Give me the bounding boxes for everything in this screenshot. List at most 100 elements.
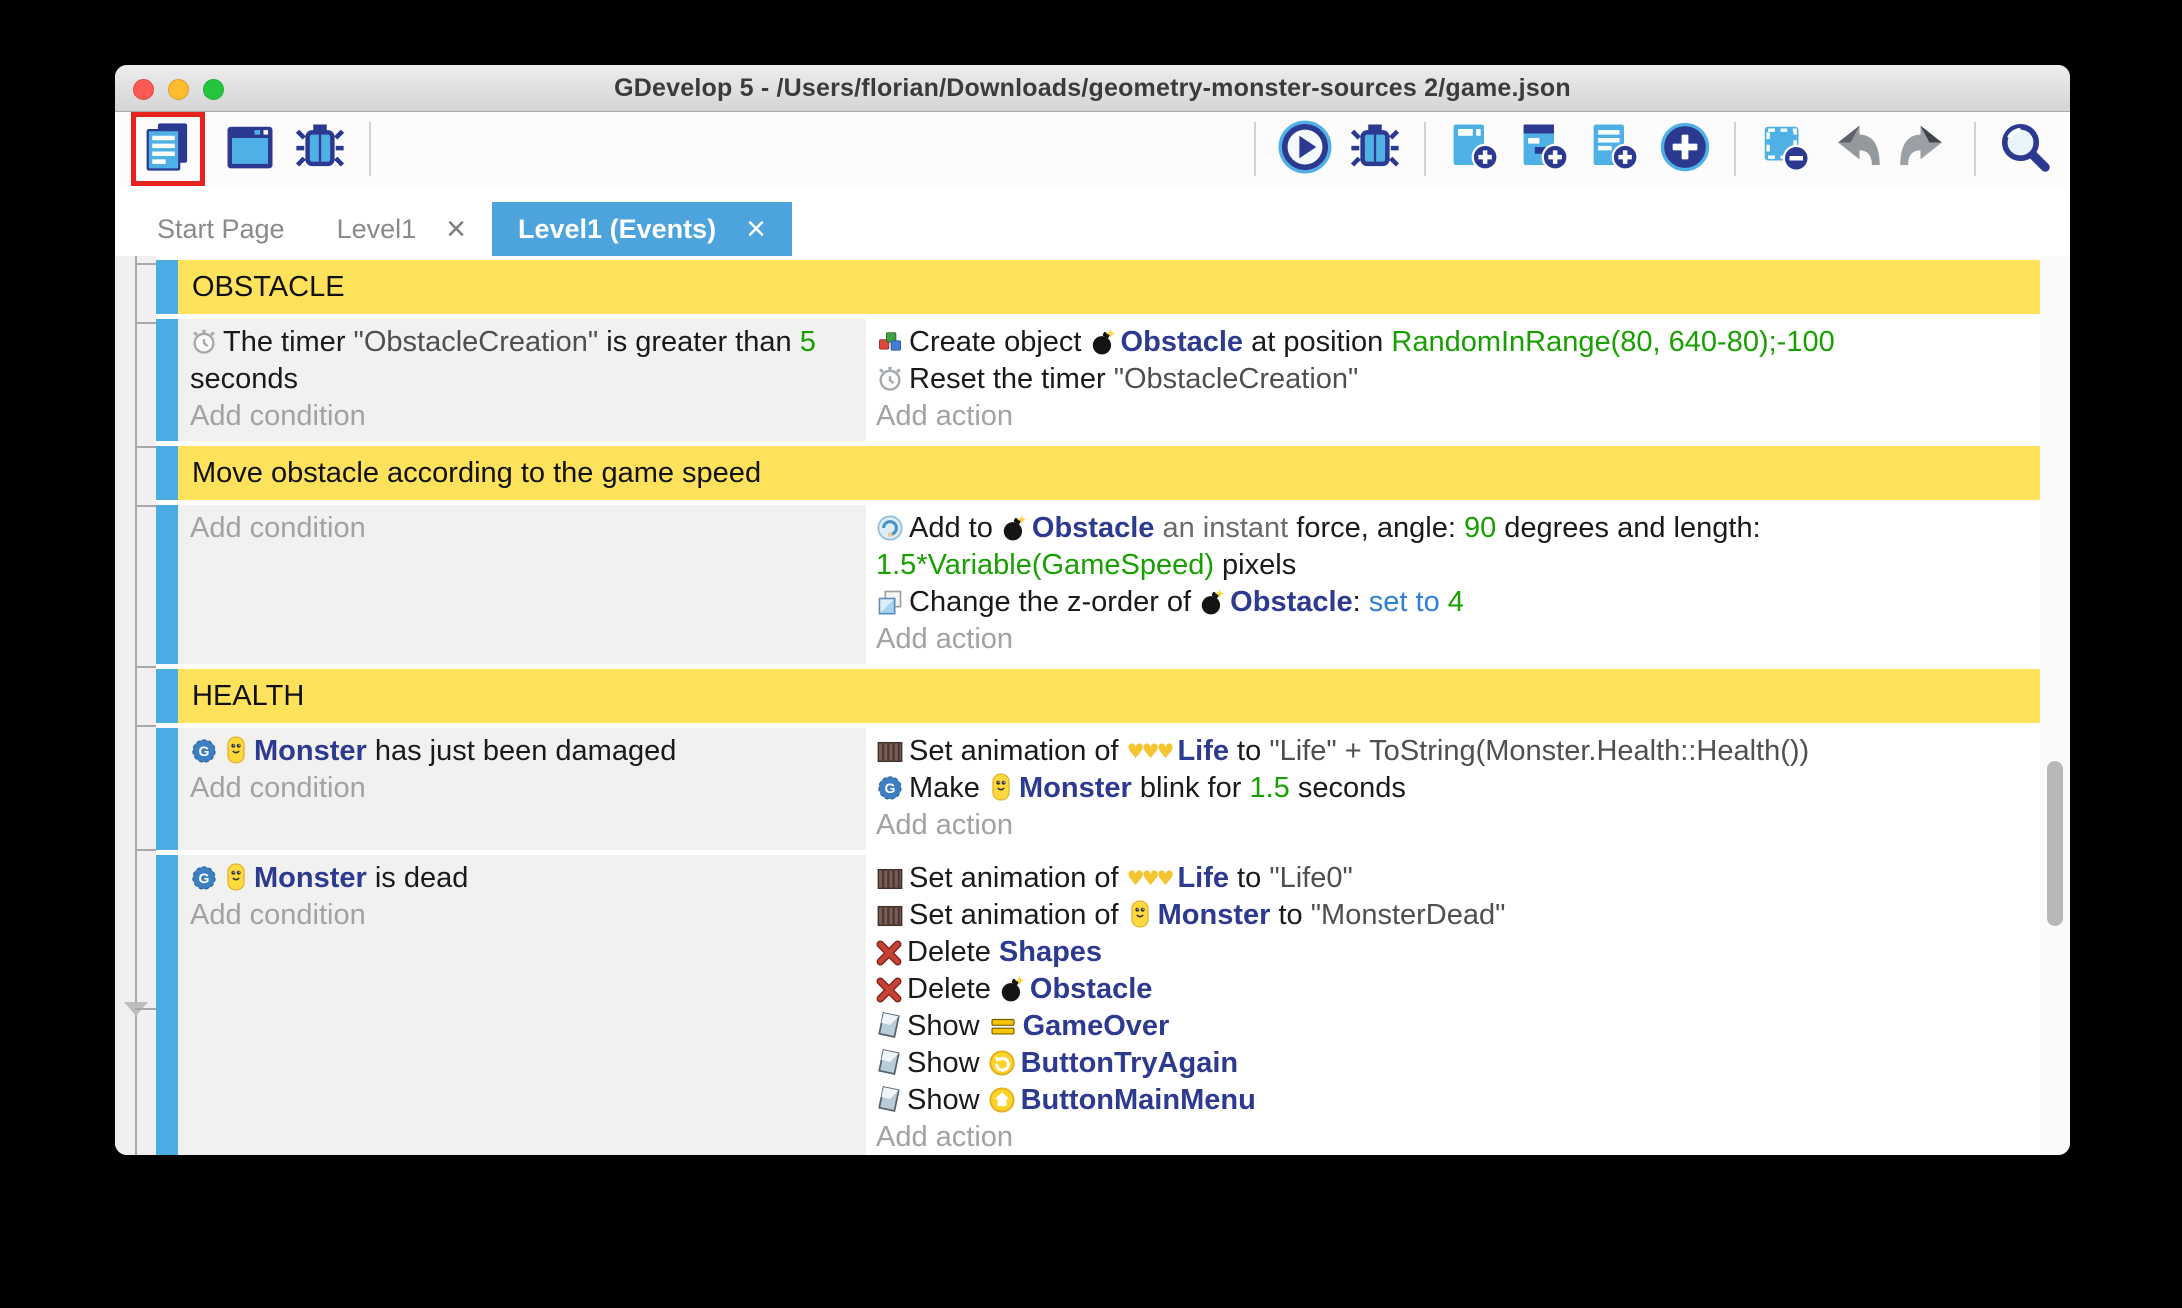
event-body: G Monster has just been damaged Add condit… (178, 728, 2040, 850)
scrollbar-thumb[interactable] (2047, 761, 2063, 926)
debug-icon-button[interactable] (291, 120, 349, 178)
events-sheet-icon-button-highlighted[interactable] (131, 112, 205, 186)
add-circle-icon (1658, 120, 1712, 179)
play-icon-button[interactable] (1276, 120, 1334, 178)
conditions-column[interactable]: Add condition (178, 505, 866, 664)
toolbar-divider (1974, 122, 1976, 176)
gameover-icon (988, 1014, 1018, 1040)
life-hearts-icon: ♥♥♥ (1126, 866, 1175, 890)
event-group[interactable]: OBSTACLE (156, 260, 2040, 314)
add-action-button[interactable]: Add action (876, 807, 2030, 844)
conditions-column[interactable]: The timer "ObstacleCreation" is greater … (178, 319, 866, 441)
toolbar-divider (1254, 122, 1256, 176)
conditions-column[interactable]: G Monster is dead Add condition (178, 855, 866, 1155)
traffic-lights (133, 79, 224, 100)
action-line[interactable]: G Make Monster blink for 1.5 seconds (876, 770, 2030, 807)
create-icon (876, 328, 904, 356)
event-group[interactable]: HEALTH (156, 669, 2040, 723)
add-condition-button[interactable]: Add condition (190, 897, 848, 934)
tree-tick (135, 725, 157, 727)
action-line[interactable]: Show GameOver (876, 1008, 2030, 1045)
conditions-column[interactable]: G Monster has just been damaged Add condit… (178, 728, 866, 850)
add-circle-icon-button[interactable] (1656, 120, 1714, 178)
undo-icon (1828, 120, 1882, 179)
action-line[interactable]: Delete Shapes (876, 934, 2030, 971)
toolbar-divider (1424, 122, 1426, 176)
action-line[interactable]: Delete Obstacle (876, 971, 2030, 1008)
gdevelop-window: GDevelop 5 - /Users/florian/Downloads/ge… (115, 65, 2070, 1155)
actions-column[interactable]: Set animation of ♥♥♥ Life to "Life0" Set a… (866, 855, 2040, 1155)
zorder-icon (876, 588, 904, 616)
tab-start-page[interactable]: Start Page (131, 202, 311, 256)
title-bar: GDevelop 5 - /Users/florian/Downloads/ge… (115, 65, 2070, 112)
bomb-icon (1090, 328, 1116, 356)
add-subevent-icon (1518, 120, 1572, 179)
event-selection-bar[interactable] (156, 855, 178, 1155)
search-icon-button[interactable] (1996, 120, 2054, 178)
add-comment-icon-button[interactable] (1586, 120, 1644, 178)
undo-icon-button[interactable] (1826, 120, 1884, 178)
action-line[interactable]: Create object Obstacle at position Rando… (876, 324, 2030, 361)
event-selection-bar[interactable] (156, 505, 178, 664)
actions-column[interactable]: Add to Obstacle an instant force, angle:… (866, 505, 2040, 664)
mainmenu-icon (988, 1086, 1016, 1114)
tree-tick (135, 1008, 157, 1010)
redo-icon-button[interactable] (1896, 120, 1954, 178)
add-event-icon-button[interactable] (1446, 120, 1504, 178)
toolbar-left-group (131, 112, 379, 186)
action-line[interactable]: Add to Obstacle an instant force, angle:… (876, 510, 2030, 584)
add-condition-button[interactable]: Add condition (190, 770, 848, 807)
event-selection-bar[interactable] (156, 319, 178, 441)
event-group-header[interactable]: Move obstacle according to the game spee… (178, 446, 2040, 500)
actions-column[interactable]: Set animation of ♥♥♥ Life to "Life" + ToS… (866, 728, 2040, 850)
event-group[interactable]: Move obstacle according to the game spee… (156, 446, 2040, 500)
tree-tick (135, 505, 157, 507)
minimize-window-button[interactable] (168, 79, 189, 100)
action-line[interactable]: Show ButtonTryAgain (876, 1045, 2030, 1082)
condition-line[interactable]: The timer "ObstacleCreation" is greater … (190, 324, 848, 398)
scene-editor-icon-button[interactable] (221, 120, 279, 178)
event-selection-bar[interactable] (156, 446, 178, 500)
add-action-button[interactable]: Add action (876, 621, 2030, 658)
event-group-header[interactable]: OBSTACLE (178, 260, 2040, 314)
action-line[interactable]: Set animation of Monster to "MonsterDead… (876, 897, 2030, 934)
tab-close-button[interactable]: × (446, 212, 466, 246)
event-group-header[interactable]: HEALTH (178, 669, 2040, 723)
actions-column[interactable]: Create object Obstacle at position Rando… (866, 319, 2040, 441)
add-event-icon (1448, 120, 1502, 179)
action-line[interactable]: Set animation of ♥♥♥ Life to "Life" + ToS… (876, 733, 2030, 770)
action-line[interactable]: Set animation of ♥♥♥ Life to "Life0" (876, 860, 2030, 897)
add-condition-button[interactable]: Add condition (190, 510, 848, 547)
tab-level1-events-[interactable]: Level1 (Events) × (492, 202, 792, 256)
condition-line[interactable]: G Monster has just been damaged (190, 733, 848, 770)
scrollbar-track[interactable] (2040, 256, 2070, 1155)
tab-label: Level1 (Events) (518, 213, 717, 244)
add-action-button[interactable]: Add action (876, 398, 2030, 435)
remove-selection-icon-button[interactable] (1756, 120, 1814, 178)
tab-level1[interactable]: Level1 × (311, 202, 492, 256)
action-line[interactable]: Reset the timer "ObstacleCreation" (876, 361, 2030, 398)
close-window-button[interactable] (133, 79, 154, 100)
tab-close-button[interactable]: × (746, 212, 766, 246)
force-icon (876, 514, 904, 542)
bomb-icon (1001, 514, 1027, 542)
add-subevent-icon-button[interactable] (1516, 120, 1574, 178)
add-action-button[interactable]: Add action (876, 1119, 2030, 1155)
zoom-window-button[interactable] (203, 79, 224, 100)
action-line[interactable]: Show ButtonMainMenu (876, 1082, 2030, 1119)
debug-icon-button[interactable] (1346, 120, 1404, 178)
behavior-icon: G (190, 737, 218, 765)
show-icon (876, 1047, 902, 1077)
toolbar-divider (369, 122, 371, 176)
toolbar-divider (1734, 122, 1736, 176)
add-condition-button[interactable]: Add condition (190, 398, 848, 435)
event-selection-bar[interactable] (156, 260, 178, 314)
events-sheet: OBSTACLE The timer "ObstacleCreation" is … (115, 256, 2070, 1155)
tree-tick (135, 446, 157, 448)
screenshot-stage: GDevelop 5 - /Users/florian/Downloads/ge… (0, 0, 2182, 1308)
condition-line[interactable]: G Monster is dead (190, 860, 848, 897)
monster-icon (1127, 899, 1153, 929)
event-selection-bar[interactable] (156, 728, 178, 850)
action-line[interactable]: Change the z-order of Obstacle: set to 4 (876, 584, 2030, 621)
event-selection-bar[interactable] (156, 669, 178, 723)
